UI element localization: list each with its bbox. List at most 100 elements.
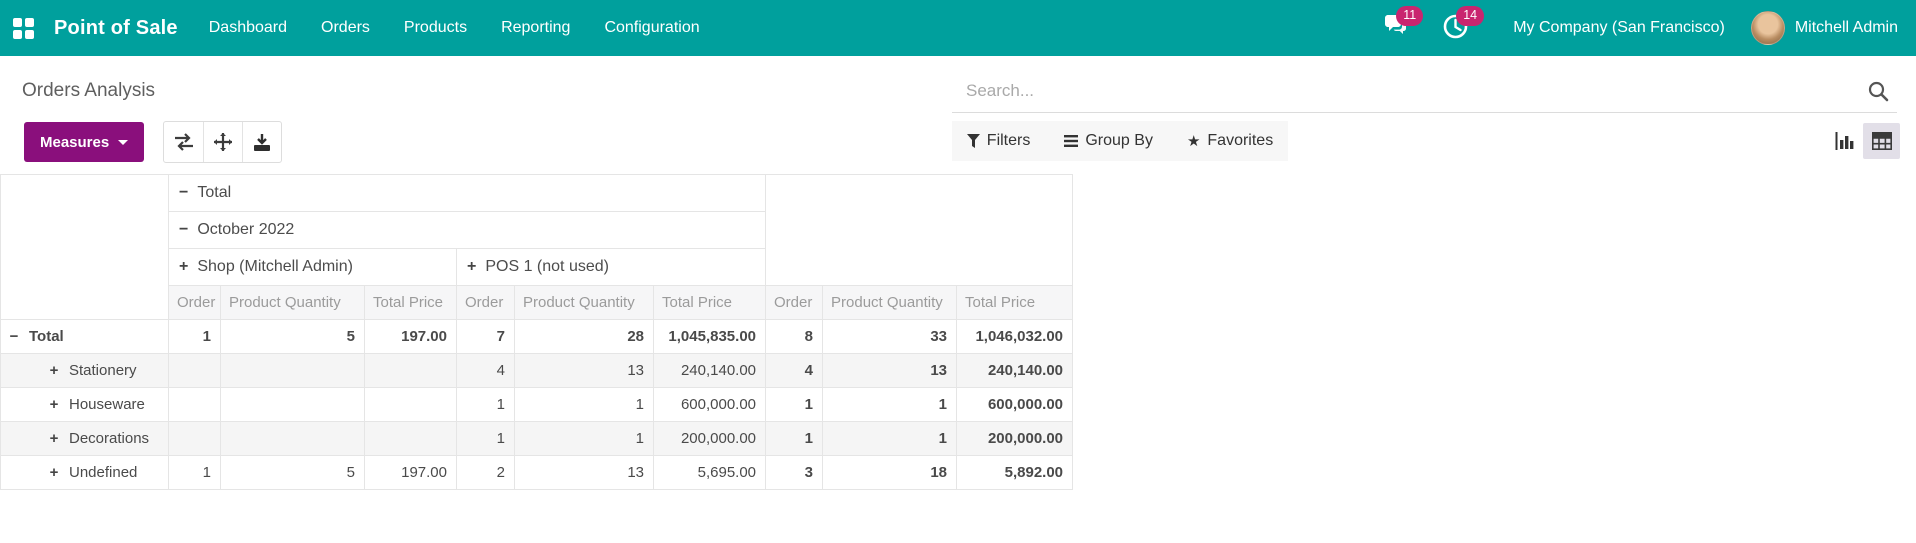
row-header-houseware[interactable]: + Houseware: [0, 387, 169, 422]
menu-products[interactable]: Products: [387, 0, 484, 56]
col-total-label: Total: [197, 184, 232, 201]
filters-button[interactable]: Filters: [966, 132, 1030, 150]
expand-icon[interactable]: +: [47, 464, 61, 481]
search-input[interactable]: [966, 81, 1867, 101]
pivot-cell: [364, 353, 457, 388]
expand-icon[interactable]: +: [47, 396, 61, 413]
pivot-row-stationery: + Stationery 4 13 240,140.00 4 13 240,140.00: [0, 353, 1074, 388]
pivot-row-decorations: + Decorations 1 1 200,000.00 1 1 200,000.00: [0, 421, 1074, 456]
messages-badge: 11: [1396, 6, 1424, 26]
measure-total-price[interactable]: Total Price: [956, 285, 1074, 320]
col-header-pos1[interactable]: + POS 1 (not used): [455, 248, 767, 286]
pivot-cell: 600,000.00: [956, 387, 1074, 422]
pivot-corner-cell: [0, 174, 169, 320]
menu-dashboard[interactable]: Dashboard: [192, 0, 304, 56]
pivot-cell: 1: [765, 421, 824, 456]
pivot-cell: [168, 353, 221, 388]
pivot-cell: 33: [822, 319, 958, 354]
col-header-shop[interactable]: + Shop (Mitchell Admin): [168, 248, 457, 286]
row-label: Stationery: [69, 362, 137, 379]
expand-icon[interactable]: +: [467, 258, 476, 275]
measure-total-price[interactable]: Total Price: [652, 285, 767, 320]
col-shop-label: Shop (Mitchell Admin): [197, 258, 353, 275]
top-navbar: Point of Sale Dashboard Orders Products …: [0, 0, 1916, 56]
row-label: Decorations: [69, 430, 150, 447]
group-by-label: Group By: [1085, 132, 1153, 149]
pivot-cell: [364, 421, 457, 456]
row-label: Houseware: [69, 396, 145, 413]
page-title: Orders Analysis: [22, 80, 156, 101]
menu-configuration[interactable]: Configuration: [587, 0, 716, 56]
pivot-cell: [168, 421, 221, 456]
pivot-cell: 1,045,835.00: [652, 319, 767, 354]
flip-axis-icon[interactable]: [164, 122, 203, 162]
measure-total-price[interactable]: Total Price: [364, 285, 457, 320]
activities-icon[interactable]: 14: [1442, 6, 1485, 43]
pivot-cell: 240,140.00: [652, 353, 767, 388]
search-icon[interactable]: [1867, 80, 1889, 102]
search-bar[interactable]: [952, 74, 1897, 113]
collapse-icon[interactable]: −: [179, 184, 188, 201]
measure-product-quantity[interactable]: Product Quantity: [514, 285, 654, 320]
pivot-cell: 4: [456, 353, 515, 388]
pivot-table: − Total − October 2022 + Shop (Mitchell Adm…: [0, 174, 1074, 490]
measure-product-quantity[interactable]: Product Quantity: [220, 285, 365, 320]
collapse-icon[interactable]: −: [179, 221, 188, 238]
bar-chart-view-button[interactable]: [1826, 123, 1863, 159]
pivot-view-button[interactable]: [1863, 123, 1900, 159]
pivot-row-total: − Total 1 5 197.00 7 28 1,045,835.00 8 33 1,046,03…: [0, 319, 1074, 354]
row-header-undefined[interactable]: + Undefined: [0, 455, 169, 490]
pivot-header-spacer: [765, 174, 1074, 286]
pivot-cell: 5: [220, 455, 365, 490]
expand-icon[interactable]: +: [47, 430, 61, 447]
expand-icon[interactable]: +: [179, 258, 188, 275]
measures-label: Measures: [40, 133, 110, 151]
row-header-stationery[interactable]: + Stationery: [0, 353, 169, 388]
row-header-total[interactable]: − Total: [0, 319, 169, 354]
messages-icon[interactable]: 11: [1382, 6, 1424, 43]
group-by-icon: [1064, 135, 1079, 147]
pivot-cell: [168, 387, 221, 422]
menu-reporting[interactable]: Reporting: [484, 0, 587, 56]
col-header-month[interactable]: − October 2022: [167, 211, 767, 249]
pivot-cell: 200,000.00: [652, 421, 767, 456]
col-month-label: October 2022: [197, 221, 295, 238]
expand-icon[interactable]: +: [47, 362, 61, 379]
pivot-cell: 5: [220, 319, 365, 354]
pivot-cell: 1: [822, 387, 958, 422]
measure-order[interactable]: Order: [765, 285, 824, 320]
measure-order[interactable]: Order: [456, 285, 515, 320]
search-facets: Filters Group By ★ Favorites: [952, 121, 1288, 161]
expand-all-icon[interactable]: [203, 122, 242, 162]
measure-product-quantity[interactable]: Product Quantity: [822, 285, 958, 320]
pivot-cell: 8: [765, 319, 824, 354]
pivot-table-container: − Total − October 2022 + Shop (Mitchell Adm…: [0, 174, 1916, 490]
pivot-cell: 1: [168, 319, 221, 354]
pivot-cell: 600,000.00: [652, 387, 767, 422]
favorites-label: Favorites: [1207, 132, 1274, 149]
pivot-cell: 5,892.00: [956, 455, 1074, 490]
pivot-cell: 28: [514, 319, 654, 354]
measures-button[interactable]: Measures: [24, 122, 145, 162]
pivot-cell: 197.00: [364, 455, 457, 490]
pivot-cell: [220, 421, 365, 456]
group-by-button[interactable]: Group By: [1064, 132, 1153, 150]
row-header-decorations[interactable]: + Decorations: [0, 421, 169, 456]
apps-menu-icon[interactable]: [0, 0, 46, 56]
col-header-total[interactable]: − Total: [167, 174, 767, 212]
pivot-cell: 240,140.00: [956, 353, 1074, 388]
pivot-cell: 1: [456, 421, 515, 456]
download-icon[interactable]: [242, 122, 281, 162]
app-brand[interactable]: Point of Sale: [46, 17, 192, 40]
favorites-button[interactable]: ★ Favorites: [1187, 132, 1273, 150]
company-switcher[interactable]: My Company (San Francisco): [1513, 19, 1725, 37]
pivot-cell: 4: [765, 353, 824, 388]
pivot-cell: 1: [168, 455, 221, 490]
user-menu[interactable]: Mitchell Admin: [1750, 11, 1898, 45]
measure-order[interactable]: Order: [168, 285, 221, 320]
pivot-row-houseware: + Houseware 1 1 600,000.00 1 1 600,000.00: [0, 387, 1074, 422]
pivot-cell: 200,000.00: [956, 421, 1074, 456]
pivot-cell: 1: [456, 387, 515, 422]
menu-orders[interactable]: Orders: [304, 0, 387, 56]
collapse-icon[interactable]: −: [7, 328, 21, 345]
